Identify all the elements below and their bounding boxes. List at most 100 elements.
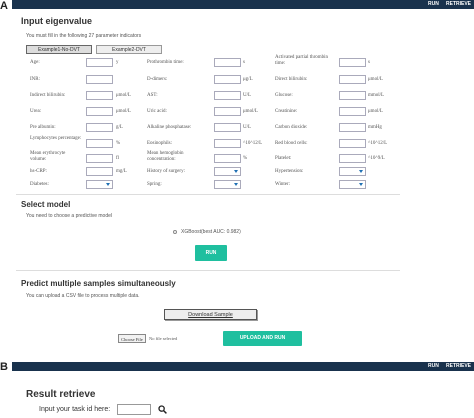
field-unit: fl	[116, 156, 120, 161]
field-input[interactable]	[214, 75, 241, 84]
field-label: Age:	[30, 60, 40, 65]
field-input[interactable]	[214, 58, 241, 67]
field-label: D-dimers:	[147, 77, 168, 82]
field-label: hs-CRP:	[30, 169, 47, 174]
instruction-text: You must fill in the following 27 parame…	[26, 33, 142, 39]
field-input[interactable]	[339, 154, 366, 163]
field-input[interactable]	[214, 139, 241, 148]
field-label: Creatinine:	[275, 109, 298, 114]
select-label: Hypertension:	[275, 169, 304, 174]
field-input[interactable]	[86, 167, 113, 176]
chevron-down-icon	[106, 183, 110, 186]
field-input[interactable]	[86, 58, 113, 67]
field-unit: s	[368, 60, 370, 65]
nav-retrieve-link[interactable]: RETRIEVE	[446, 363, 471, 370]
select-dropdown[interactable]	[214, 180, 241, 189]
xgboost-radio[interactable]	[173, 230, 177, 234]
field-unit: y	[116, 60, 119, 65]
predict-multiple-instruction: You can upload a CSV file to process mul…	[26, 293, 140, 299]
field-input[interactable]	[86, 91, 113, 100]
field-unit: %	[243, 156, 248, 161]
field-unit: μmol/L	[368, 77, 383, 82]
field-label: Direct bilirubin:	[275, 77, 308, 82]
field-unit: ^10^9/L	[368, 156, 385, 161]
field-input[interactable]	[86, 107, 113, 116]
field-input[interactable]	[86, 154, 113, 163]
field-label: Eosinophils:	[147, 141, 173, 146]
field-input[interactable]	[86, 139, 113, 148]
select-label: Spring:	[147, 182, 162, 187]
select-label: Diabetes:	[30, 182, 49, 187]
field-unit: μmol/L	[116, 93, 131, 98]
upload-and-run-button[interactable]: UPLOAD AND RUN	[223, 331, 302, 346]
select-dropdown[interactable]	[339, 180, 366, 189]
chevron-down-icon	[359, 170, 363, 173]
field-unit: mmHg	[368, 125, 382, 130]
xgboost-option-label: XGBoost(best AUC: 0.982)	[181, 229, 241, 235]
select-label: History of surgery:	[147, 169, 185, 174]
field-label: Glucose:	[275, 93, 293, 98]
field-label: Platelet:	[275, 156, 292, 161]
field-label: Carbon dioxide:	[275, 125, 308, 130]
field-input[interactable]	[339, 58, 366, 67]
nav-run-link[interactable]: RUN	[428, 1, 439, 8]
nav-run-link[interactable]: RUN	[428, 363, 439, 370]
field-input[interactable]	[214, 91, 241, 100]
tab-example1[interactable]: Example1-No-DVT	[26, 45, 92, 54]
field-unit: g/L	[116, 125, 123, 130]
select-dropdown[interactable]	[86, 180, 113, 189]
field-label: INR:	[30, 77, 40, 82]
field-unit: ^10^12/L	[368, 141, 388, 146]
field-unit: μmol/L	[243, 109, 258, 114]
run-button[interactable]: RUN	[195, 245, 227, 261]
field-unit: ^10^12/L	[243, 141, 263, 146]
download-sample-button[interactable]: Download Sample	[164, 309, 257, 320]
field-input[interactable]	[86, 123, 113, 132]
field-unit: s	[243, 60, 245, 65]
top-navbar: RUN RETRIEVE	[12, 0, 474, 9]
field-input[interactable]	[214, 154, 241, 163]
field-input[interactable]	[214, 123, 241, 132]
field-label: Prothrombin time:	[147, 60, 184, 65]
input-eigenvalue-title: Input eigenvalue	[21, 16, 93, 26]
top-navbar: RUN RETRIEVE	[12, 362, 474, 371]
chevron-down-icon	[234, 183, 238, 186]
predict-multiple-title: Predict multiple samples simultaneously	[21, 279, 176, 288]
task-id-input[interactable]	[117, 404, 151, 415]
field-unit: U/L	[243, 125, 252, 130]
field-label: Uric acid:	[147, 109, 167, 114]
result-retrieve-title: Result retrieve	[26, 389, 96, 400]
divider	[16, 270, 400, 271]
select-model-title: Select model	[21, 200, 71, 209]
field-input[interactable]	[214, 107, 241, 116]
field-unit: μmol/L	[368, 109, 383, 114]
field-unit: μmol/L	[116, 109, 131, 114]
panel-b-letter: B	[0, 361, 8, 373]
choose-file-button[interactable]: Choose File	[118, 334, 146, 343]
divider	[16, 194, 400, 195]
select-label: Winter:	[275, 182, 291, 187]
task-id-label: Input your task id here:	[39, 406, 111, 413]
field-input[interactable]	[339, 139, 366, 148]
tab-example2[interactable]: Example2-DVT	[96, 45, 162, 54]
field-input[interactable]	[339, 91, 366, 100]
field-unit: mmol/L	[368, 93, 385, 98]
field-unit: mg/L	[116, 169, 127, 174]
nav-retrieve-link[interactable]: RETRIEVE	[446, 1, 471, 8]
select-dropdown[interactable]	[339, 167, 366, 176]
field-input[interactable]	[339, 107, 366, 116]
field-unit: %	[116, 141, 121, 146]
field-label: AST:	[147, 93, 158, 98]
field-label: Indirect bilirubin:	[30, 93, 66, 98]
field-label: Red blood cells:	[275, 141, 308, 146]
field-input[interactable]	[339, 123, 366, 132]
field-unit: μg/L	[243, 77, 253, 82]
field-input[interactable]	[339, 75, 366, 84]
field-input[interactable]	[86, 75, 113, 84]
chevron-down-icon	[359, 183, 363, 186]
field-unit: U/L	[243, 93, 252, 98]
field-label: Mean hemoglobin concentration:	[147, 151, 184, 162]
search-icon[interactable]	[158, 405, 167, 414]
panel-a-letter: A	[0, 0, 8, 12]
select-dropdown[interactable]	[214, 167, 241, 176]
